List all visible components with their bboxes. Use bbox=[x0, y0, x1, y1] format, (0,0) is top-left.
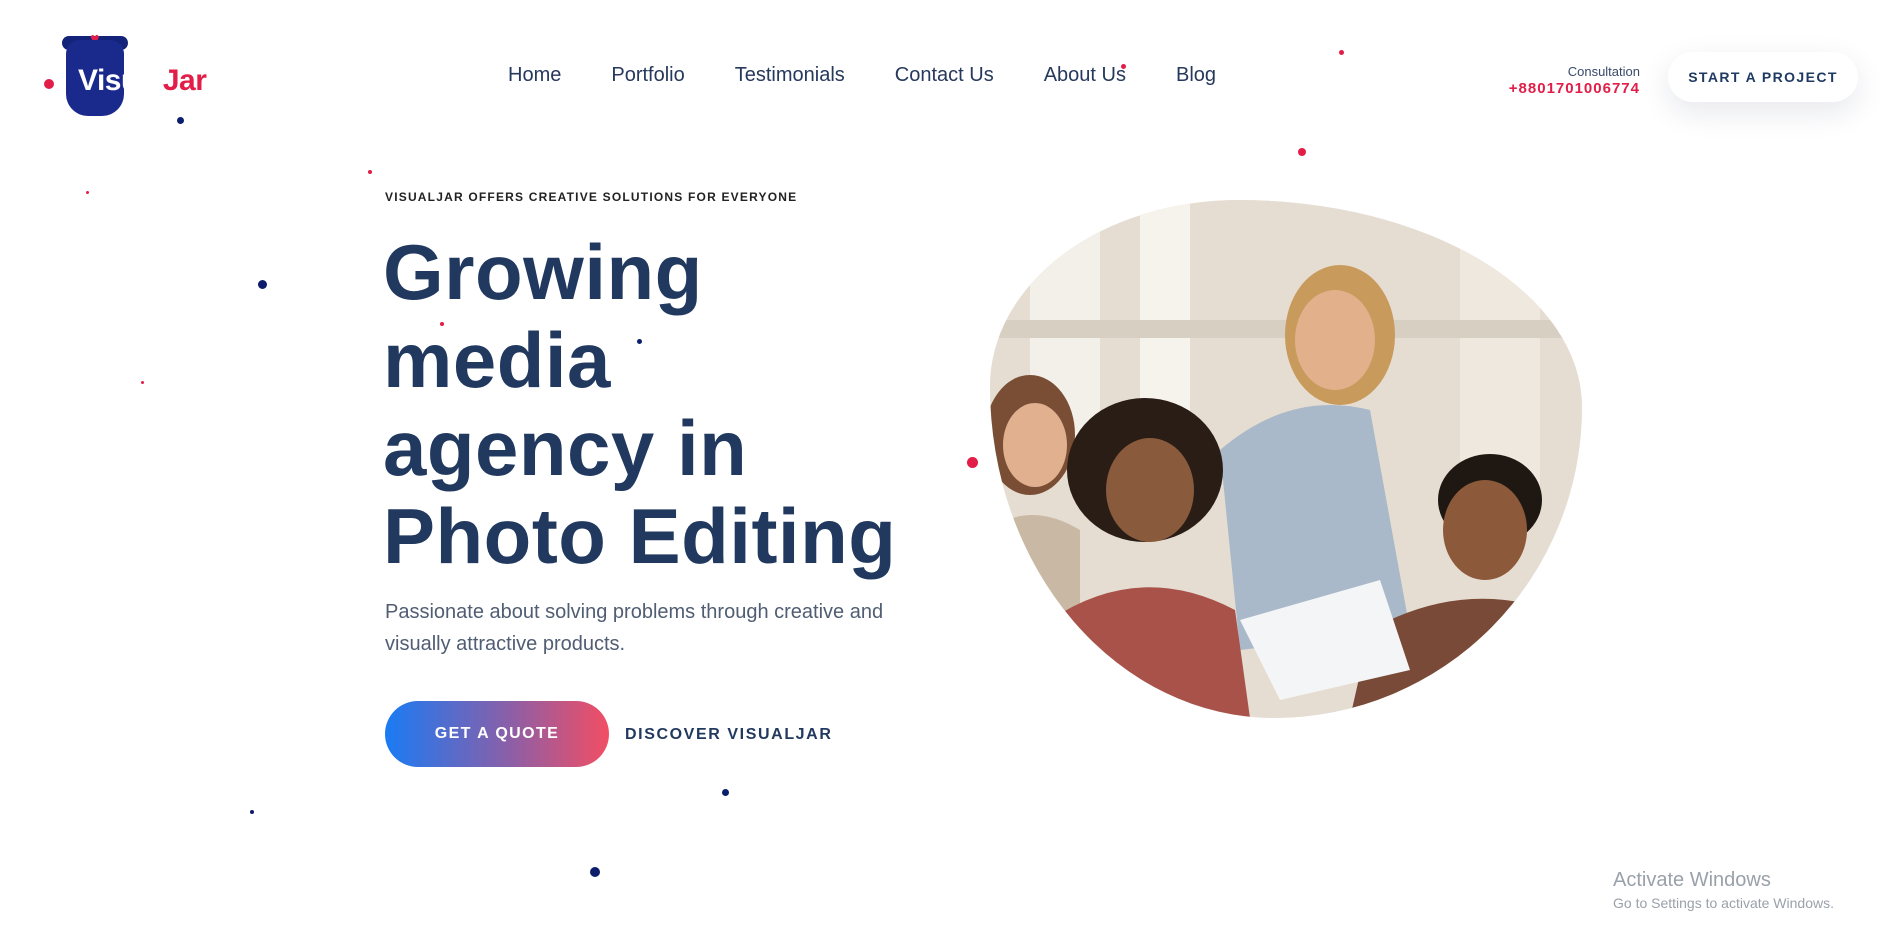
decor-dot bbox=[86, 191, 89, 194]
hero-lead: Passionate about solving problems throug… bbox=[385, 601, 884, 655]
hero-team-photo bbox=[990, 200, 1582, 718]
decor-dot bbox=[368, 170, 372, 174]
decor-dot bbox=[1298, 148, 1306, 156]
windows-activation-watermark: Activate Windows Go to Settings to activ… bbox=[1613, 869, 1834, 911]
hero-headline: Growing media agency in Photo Editing bbox=[383, 228, 943, 580]
logo-wordmark: VisualJar bbox=[78, 64, 207, 98]
headline-line: Photo Editing bbox=[383, 492, 897, 580]
decor-dot bbox=[1339, 50, 1344, 55]
decor-dot bbox=[250, 810, 254, 814]
hero-eyebrow: VISUALJAR OFFERS CREATIVE SOLUTIONS FOR … bbox=[385, 190, 798, 204]
site-logo[interactable]: ♥ VisualJar bbox=[44, 32, 234, 120]
nav-about-us[interactable]: About Us bbox=[1044, 64, 1126, 87]
logo-text-visual: Visual bbox=[78, 64, 163, 97]
headline-line: agency in bbox=[383, 404, 748, 492]
decor-dot bbox=[258, 280, 267, 289]
activation-subtitle: Go to Settings to activate Windows. bbox=[1613, 895, 1834, 911]
team-photo-illustration bbox=[990, 200, 1582, 718]
discover-link[interactable]: DISCOVER VISUALJAR bbox=[625, 726, 833, 744]
decor-dot bbox=[590, 867, 600, 877]
headline-line: media bbox=[383, 316, 611, 404]
decor-dot bbox=[141, 381, 144, 384]
nav-testimonials[interactable]: Testimonials bbox=[735, 64, 845, 87]
main-nav: Home Portfolio Testimonials Contact Us A… bbox=[508, 64, 1266, 87]
consultation-phone[interactable]: +8801701006774 bbox=[1509, 80, 1640, 97]
nav-portfolio[interactable]: Portfolio bbox=[611, 64, 684, 87]
decor-dot bbox=[722, 789, 729, 796]
nav-home[interactable]: Home bbox=[508, 64, 561, 87]
logo-bead bbox=[44, 79, 54, 89]
logo-text-jar: Jar bbox=[162, 64, 207, 97]
get-quote-button[interactable]: GET A QUOTE bbox=[385, 701, 609, 767]
consultation-block: Consultation +8801701006774 bbox=[1509, 64, 1640, 97]
activation-title: Activate Windows bbox=[1613, 869, 1771, 891]
headline-line: Growing bbox=[383, 228, 703, 316]
start-project-button[interactable]: START A PROJECT bbox=[1668, 52, 1858, 102]
nav-contact-us[interactable]: Contact Us bbox=[895, 64, 994, 87]
decor-dot bbox=[967, 457, 978, 468]
consultation-label: Consultation bbox=[1567, 64, 1640, 79]
nav-blog[interactable]: Blog bbox=[1176, 64, 1216, 87]
